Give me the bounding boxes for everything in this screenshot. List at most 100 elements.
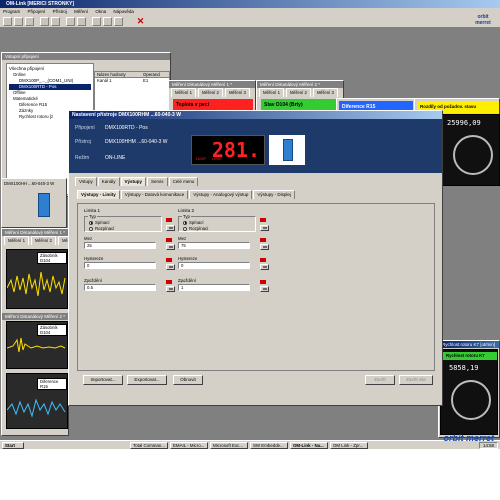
connect-icon[interactable] — [40, 17, 49, 26]
device-label: Přístroj — [75, 139, 91, 145]
send-icon[interactable] — [166, 264, 175, 270]
gauge-dial — [451, 380, 491, 420]
taskbar-item[interactable]: EMAIL - Micro... — [170, 442, 208, 449]
taskbar-item[interactable]: SW Embedde... — [250, 442, 288, 449]
tab-mereni-2[interactable]: Měření 2 — [285, 88, 311, 97]
menu-mereni[interactable]: Měření — [74, 9, 88, 14]
menu-okna[interactable]: Okna — [95, 9, 106, 14]
gauge-readout: 5858,19 — [449, 364, 479, 372]
close-button[interactable]: Zavřít — [365, 375, 395, 385]
device-label: DMX100HH ...60-040-3 W — [4, 181, 55, 186]
flag-icon — [260, 218, 268, 223]
taskbar-item[interactable]: Total Comman... — [130, 442, 168, 449]
window-title: Měření DiKanálový Měření 2 * — [257, 81, 343, 88]
menu-pristroj[interactable]: Přístroj — [53, 9, 67, 14]
toolbar: ✕ — [0, 15, 500, 28]
send-icon[interactable] — [166, 244, 175, 250]
rotor-gauge-window: Rychlost rotoru K7 [ot/min] Rychlost rot… — [438, 340, 500, 438]
export-button[interactable]: Exportovat... — [127, 375, 167, 385]
tab-datova-komunikace[interactable]: Výstupy - Datová komunikace — [120, 190, 189, 199]
cascade-icon[interactable] — [114, 17, 123, 26]
flag-icon — [260, 258, 268, 263]
import-button[interactable]: Importovat... — [83, 375, 123, 385]
close-icon[interactable]: ✕ — [136, 17, 145, 26]
window-title: Měření DiKanálový Měření 2 * — [2, 313, 68, 320]
close-all-button[interactable]: Zavřít vše — [399, 375, 433, 385]
tab-servis[interactable]: Servis — [147, 177, 168, 186]
device-icon[interactable] — [51, 17, 60, 26]
led-display: 281. LIMIT LIMIT — [191, 135, 265, 165]
save-icon[interactable] — [25, 17, 34, 26]
graph-label: Diference R15 — [37, 378, 67, 390]
graph-plot-1: Zásobník D104 — [6, 249, 68, 309]
tab-mereni-2[interactable]: Měření 2 — [30, 236, 56, 245]
tile-icon[interactable] — [103, 17, 112, 26]
zpozdeni-input[interactable]: 0.5 — [84, 284, 156, 291]
flag-icon — [260, 280, 268, 285]
gauge-label: Rychlost rotoru K7 — [443, 352, 497, 360]
table-icon[interactable] — [77, 17, 86, 26]
tab-mereni-1[interactable]: Měření 1 — [171, 88, 196, 97]
radio-spinaci[interactable]: Spínací — [89, 220, 110, 225]
tab-vystupy-limity[interactable]: Výstupy - Limity — [77, 190, 120, 199]
mez-label: Mez — [84, 236, 93, 241]
desktop-background — [0, 449, 500, 500]
tab-vystupy[interactable]: Výstupy — [120, 177, 147, 186]
send-icon[interactable] — [260, 244, 269, 250]
tab-vstupy[interactable]: Vstupy — [75, 177, 97, 186]
dialog-title: Nastavení přístroje DMX100RHM ...60-040-… — [69, 111, 442, 119]
menu-pripojeni[interactable]: Připojení — [28, 9, 46, 14]
tab-displej[interactable]: Výstupy - Displej — [253, 190, 295, 199]
mode-label: Režim — [75, 155, 90, 161]
mez-input[interactable]: 25 — [84, 242, 156, 249]
new-icon[interactable] — [3, 17, 12, 26]
flag-icon — [166, 258, 174, 263]
graph-window-group: Měření DiKanálový Měření 1 * Měření 1 Měř… — [1, 228, 83, 436]
tab-cele-menu[interactable]: Celé menu — [168, 177, 199, 186]
tab-mereni-3[interactable]: Měření 3 — [224, 88, 250, 97]
tab-mereni-3[interactable]: Měření 3 — [312, 88, 338, 97]
menu-program[interactable]: Program — [3, 9, 20, 14]
type-label: Typ — [182, 214, 191, 219]
radio-label: Spínací — [95, 220, 110, 225]
taskbar-item[interactable]: Microsoft Exc... — [210, 442, 248, 449]
table-row[interactable]: Kanál 1 E1 — [95, 78, 169, 84]
mez-input[interactable]: 75 — [178, 242, 250, 249]
send-icon[interactable] — [260, 264, 269, 270]
tab-analogovy-vystup[interactable]: Výstupy - Analogový výstup — [189, 190, 253, 199]
tab-mereni-2[interactable]: Měření 2 — [197, 88, 223, 97]
limits-group: Limita 1 Typ Spínací Rozpínací Mez 25 Hy… — [84, 208, 284, 366]
send-icon[interactable] — [166, 286, 175, 292]
mode-value: ON-LINE — [105, 155, 126, 161]
menu-napoveda[interactable]: Nápověda — [113, 9, 134, 14]
graph-plot-2: Zásobník D104 — [6, 321, 68, 369]
type-box: Typ Spínací Rozpínací — [84, 214, 162, 232]
zpozdeni-label: Zpoždění — [84, 278, 102, 283]
taskbar-item-active[interactable]: OM-Link - Na... — [290, 442, 328, 449]
tab-kanaly[interactable]: Kanály — [97, 177, 120, 186]
graph-label: Zásobník D104 — [37, 324, 67, 336]
taskbar-item[interactable]: OM Link - Zpr... — [330, 442, 368, 449]
send-icon[interactable] — [166, 225, 175, 231]
tab-mereni-1[interactable]: Měření 1 — [259, 88, 284, 97]
zpozdeni-input[interactable]: 1 — [178, 284, 250, 291]
rotor-gauge-bottom: Rychlost rotoru K7 5858,19 — [440, 349, 498, 435]
open-icon[interactable] — [14, 17, 23, 26]
sub-tabs: Výstupy - Limity Výstupy - Datová komunik… — [77, 190, 296, 199]
window-title: Měření DiKanálový Měření 1 * — [2, 229, 68, 236]
window-icon[interactable] — [92, 17, 101, 26]
graph-icon[interactable] — [66, 17, 75, 26]
hystereze-label: Hystereze — [178, 256, 198, 261]
window-title: Rychlost rotoru K7 [ot/min] — [439, 341, 499, 348]
send-icon[interactable] — [260, 286, 269, 292]
send-icon[interactable] — [260, 225, 269, 231]
radio-rozpinaci[interactable]: Rozpínací — [89, 226, 114, 231]
start-button[interactable]: Start — [2, 442, 24, 449]
hystereze-input[interactable]: 0 — [178, 262, 250, 269]
radio-spinaci[interactable]: Spínací — [183, 220, 204, 225]
hystereze-input[interactable]: 0 — [84, 262, 156, 269]
radio-rozpinaci[interactable]: Rozpínací — [183, 226, 208, 231]
flag-icon — [166, 218, 174, 223]
refresh-button[interactable]: Obnovit — [173, 375, 203, 385]
tab-mereni-1[interactable]: Měření 1 — [4, 236, 29, 245]
